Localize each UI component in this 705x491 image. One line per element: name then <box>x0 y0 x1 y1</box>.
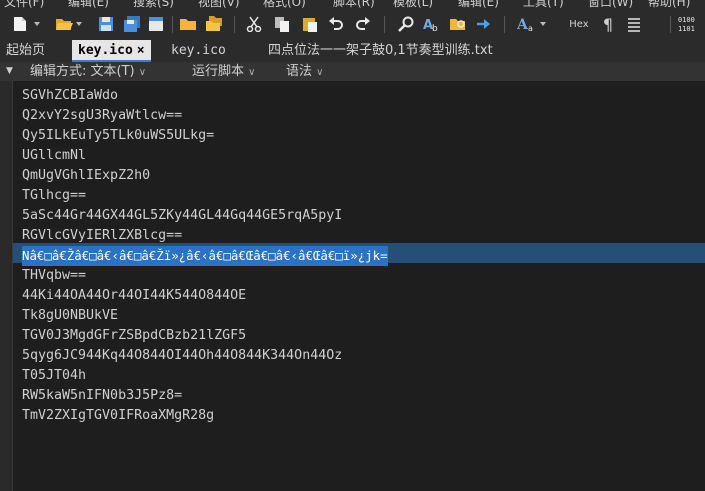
menu-template[interactable]: 模板(L) <box>393 0 433 9</box>
editor-line: T05JT04h <box>22 368 87 383</box>
editor-gutter[interactable] <box>0 81 13 491</box>
editor-line: 5aSc44Gr44GX44GL5ZKy44GL44Gq44GE5rqA5pyI <box>22 208 343 223</box>
redo-icon[interactable] <box>353 14 373 34</box>
text-editor[interactable]: SGVhZCBIaWdo Q2xvY2sgU3RyaWtlcw== Qy5ILk… <box>0 81 705 491</box>
tab-key-ico[interactable]: key.ico <box>171 40 226 62</box>
font-dropdown-icon[interactable] <box>540 22 546 26</box>
editor-line: TGlhcg== <box>22 188 87 203</box>
menu-window[interactable]: 窗口(W) <box>588 0 633 9</box>
editor-line: QmUgVGhlIExpZ2h0 <box>22 168 151 183</box>
editor-line: Qy5ILkEuTy5TLk0uWS5ULkg= <box>22 128 215 143</box>
edit-mode-dropdown[interactable]: 编辑方式: 文本(T) ∨ <box>30 62 146 81</box>
editor-line: Q2xvY2sgU3RyaWtlcw== <box>22 108 183 123</box>
edit-mode-label: 编辑方式: 文本(T) <box>30 64 135 79</box>
tab-key-ico-active[interactable]: key.ico × <box>72 40 151 62</box>
collapse-arrow-icon[interactable]: ▼ <box>6 62 13 81</box>
binary-icon[interactable]: 0100 1101 <box>678 14 698 34</box>
chevron-down-icon: ∨ <box>138 67 147 78</box>
paste-icon[interactable] <box>300 14 320 34</box>
toolbar: Ab Aa Hex ¶ 0100 1101 <box>0 9 705 40</box>
replace-icon[interactable]: Ab <box>422 14 442 34</box>
editor-line: UGllcmNl <box>22 148 87 163</box>
editor-line: RGVlcGVyIERlZXBlcg== <box>22 228 183 243</box>
copy-icon[interactable] <box>272 14 292 34</box>
chevron-down-icon: ∨ <box>316 67 324 78</box>
menu-help[interactable]: 帮助(H) <box>648 0 690 9</box>
new-file-icon[interactable] <box>10 14 30 34</box>
font-icon[interactable]: Aa <box>516 14 536 34</box>
menu-tools[interactable]: 工具(T) <box>523 0 564 9</box>
options-bar: ▼ 编辑方式: 文本(T) ∨ 运行脚本 ∨ 语法 ∨ <box>0 62 705 81</box>
word-wrap-icon[interactable] <box>624 14 644 34</box>
selected-text: Nâ€□â€Žâ€□â€‹â€□â€Žï»¿â€‹â€□â€Œâ€□â€‹â€Œ… <box>22 246 388 266</box>
editor-line: Tk8gU0NBUkVE <box>22 308 119 323</box>
find-icon[interactable] <box>396 14 416 34</box>
menu-search[interactable]: 搜索(S) <box>133 0 174 9</box>
new-file-dropdown-icon[interactable] <box>34 22 40 26</box>
editor-line: RW5kaW5nIFN0b3J5Pz8= <box>22 388 183 403</box>
editor-line: SGVhZCBIaWdo <box>22 88 119 103</box>
save-all-icon[interactable] <box>122 14 142 34</box>
run-script-label: 运行脚本 <box>192 64 245 79</box>
menu-view[interactable]: 视图(V) <box>198 0 240 9</box>
find-in-files-icon[interactable] <box>448 14 468 34</box>
open-folder-icon[interactable] <box>54 14 74 34</box>
menu-file[interactable]: 文件(F) <box>4 0 44 9</box>
svg-text:b: b <box>432 24 438 32</box>
chevron-down-icon: ∨ <box>248 67 256 78</box>
menu-bar: 文件(F) 编辑(E) 搜索(S) 视图(V) 格式(O) 脚本(R) 模板(L… <box>0 0 705 9</box>
svg-text:1101: 1101 <box>678 25 695 33</box>
syntax-dropdown[interactable]: 语法 ∨ <box>286 62 323 81</box>
folders-icon[interactable] <box>204 14 224 34</box>
tab-drum-training-txt[interactable]: 四点位法一一架子鼓0,1节奏型训练.txt <box>268 40 493 62</box>
menu-edit-2[interactable]: 编辑(E) <box>458 0 499 9</box>
editor-line: 5qyg6JC944Kq44O844OI44Oh44O844K344On44Oz <box>22 348 343 363</box>
menu-edit[interactable]: 编辑(E) <box>68 0 109 9</box>
run-script-dropdown[interactable]: 运行脚本 ∨ <box>192 62 255 81</box>
folder-icon[interactable] <box>178 14 198 34</box>
hex-icon[interactable]: Hex <box>566 14 592 34</box>
editor-line-selected: Nâ€□â€Žâ€□â€‹â€□â€Žï»¿â€‹â€□â€Œâ€□â€‹â€Œ… <box>22 246 388 266</box>
goto-icon[interactable] <box>474 14 494 34</box>
editor-line: THVqbw== <box>22 268 87 283</box>
svg-text:a: a <box>528 24 533 32</box>
pilcrow-icon[interactable]: ¶ <box>598 14 618 34</box>
svg-text:0100: 0100 <box>678 16 695 24</box>
cut-icon[interactable] <box>244 14 264 34</box>
menu-format[interactable]: 格式(O) <box>263 0 306 9</box>
tab-bar: 起始页 key.ico × key.ico 四点位法一一架子鼓0,1节奏型训练.t… <box>0 40 705 62</box>
open-folder-dropdown-icon[interactable] <box>76 22 82 26</box>
tab-label: key.ico <box>78 43 133 58</box>
save-icon[interactable] <box>96 14 116 34</box>
syntax-label: 语法 <box>286 64 313 79</box>
tab-start-page[interactable]: 起始页 <box>6 40 45 62</box>
editor-line: TmV2ZXIgTGV0IFRoaXMgR28g <box>22 408 215 423</box>
editor-line: 44Ki44OA44Or44OI44K544O844OE <box>22 288 247 303</box>
close-file-icon[interactable] <box>146 14 166 34</box>
undo-icon[interactable] <box>326 14 346 34</box>
close-icon[interactable]: × <box>137 43 145 58</box>
editor-line: TGV0J3MgdGFrZSBpdCBzb21lZGF5 <box>22 328 247 343</box>
menu-script[interactable]: 脚本(R) <box>333 0 375 9</box>
